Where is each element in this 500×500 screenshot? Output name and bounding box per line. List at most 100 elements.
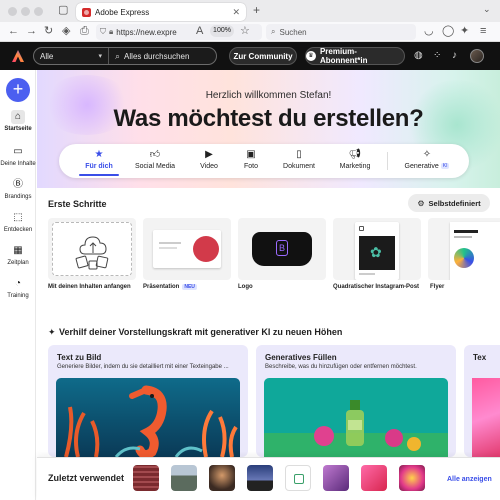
create-button[interactable]: + <box>6 78 30 102</box>
tile-logo[interactable]: B <box>238 218 326 280</box>
reload-icon[interactable]: ↻ <box>44 26 53 37</box>
seahorse-image <box>56 378 240 457</box>
brand-icon: Ⓑ <box>13 179 23 190</box>
tab-label: Dokument <box>283 163 315 170</box>
tab-list-chevron-icon[interactable]: ⌄ <box>483 5 491 14</box>
notification-bell-icon[interactable]: ♪ <box>452 51 457 61</box>
card-title: Text zu Bild <box>57 353 102 362</box>
custom-size-button[interactable]: ⚙ Selbstdefiniert <box>408 194 490 212</box>
card-title: Tex <box>473 353 487 362</box>
recent-thumb[interactable] <box>361 465 387 491</box>
tracking-shield-icon: ⛉ <box>100 27 106 36</box>
flyer-graphic <box>454 248 474 268</box>
address-bar[interactable]: ⛉ 🔒︎ https://new.expre <box>96 24 262 40</box>
recent-thumb[interactable] <box>285 465 311 491</box>
chat-icon[interactable]: ◍ <box>414 51 423 61</box>
seahorse-illustration <box>56 378 240 457</box>
account-icon[interactable]: ◯ <box>442 26 454 37</box>
apps-grid-icon[interactable]: ⁘ <box>433 51 441 61</box>
megaphone-icon: 📢︎ <box>348 149 362 160</box>
tab-foto[interactable]: ▣ Foto <box>225 149 277 170</box>
tab-label: Foto <box>243 163 258 170</box>
post-image: ✿ <box>359 236 395 270</box>
tile-label: Logo <box>238 284 253 290</box>
flyer-thumb <box>450 222 500 280</box>
recent-thumb[interactable] <box>323 465 349 491</box>
search-icon: ⌕ <box>271 27 276 36</box>
pocket-icon[interactable]: ◡ <box>424 26 434 37</box>
premium-label: Premium-Abonnent*in <box>319 47 368 65</box>
sidebar: + ⌂ Startseite ▭ Deine Inhalte Ⓑ Brandin… <box>0 70 36 500</box>
card-description: Beschreibe, was du hinzufügen oder entfe… <box>265 364 417 370</box>
tile-label: Flyer <box>430 284 445 290</box>
avatar[interactable] <box>470 49 484 63</box>
category-tabs: ★ Für dich 👍︎ Social Media ▶ Video ▣ Fot… <box>59 144 469 178</box>
recent-thumb[interactable] <box>247 465 273 491</box>
sidebar-item-training[interactable]: ◔ Training <box>0 277 36 299</box>
tab-overview-icon[interactable]: ▢ <box>58 5 68 16</box>
sidebar-item-label: Entdecken <box>3 227 33 233</box>
tile-flyer[interactable] <box>428 218 500 280</box>
forward-arrow-icon[interactable]: → <box>26 26 37 37</box>
extensions-icon[interactable]: ✦ <box>460 26 469 37</box>
browser-search-input[interactable]: ⌕ Suchen <box>266 24 416 40</box>
tab-fuer-dich[interactable]: ★ Für dich <box>73 149 125 170</box>
pie-chart-icon <box>193 236 219 262</box>
tile-presentation[interactable] <box>143 218 231 280</box>
upload-illustration-icon <box>75 236 109 270</box>
home-icon: ⌂ <box>11 110 25 124</box>
browser-nav-bar: ← → ↻ ◈ ⎙ ⛉ 🔒︎ https://new.expre A 100% … <box>0 22 500 42</box>
community-button[interactable]: Zur Community <box>229 47 297 65</box>
tab-dokument[interactable]: ▯ Dokument <box>273 149 325 170</box>
card-generative-fill[interactable]: Generatives Füllen Beschreibe, was du hi… <box>256 345 456 457</box>
tab-marketing[interactable]: 📢︎ Marketing <box>329 149 381 170</box>
tab-close-icon[interactable]: ✕ <box>232 7 240 18</box>
window-close-dot[interactable] <box>8 7 17 16</box>
header-search-placeholder: Alles durchsuchen <box>124 51 190 61</box>
tile-start-with-content[interactable] <box>48 218 136 280</box>
sidebar-item-startseite[interactable]: ⌂ Startseite <box>0 110 36 132</box>
tab-social-media[interactable]: 👍︎ Social Media <box>129 149 181 170</box>
app-header: Alle ▾ ⌕ Alles durchsuchen Zur Community… <box>0 42 500 70</box>
tab-title: Adobe Express <box>95 7 150 17</box>
header-search[interactable]: Alle ▾ ⌕ Alles durchsuchen <box>33 47 217 65</box>
adobe-express-logo-icon[interactable] <box>11 49 25 63</box>
card-text-effects[interactable]: Tex <box>464 345 500 457</box>
recent-thumb[interactable] <box>209 465 235 491</box>
search-scope-select[interactable]: Alle ▾ <box>34 48 109 64</box>
print-icon[interactable]: ⎙ <box>80 26 89 37</box>
sidebar-item-deine-inhalte[interactable]: ▭ Deine Inhalte <box>0 145 36 167</box>
recent-thumb[interactable] <box>133 465 159 491</box>
greeting: Herzlich willkommen Stefan! <box>205 90 332 101</box>
show-all-link[interactable]: Alle anzeigen <box>447 476 492 483</box>
recent-thumb[interactable] <box>171 465 197 491</box>
premium-button[interactable]: ♛ Premium-Abonnent*in <box>305 47 405 65</box>
menu-icon[interactable]: ≡ <box>480 26 486 37</box>
calendar-icon: ▦ <box>13 245 23 256</box>
window-zoom-dot[interactable] <box>34 7 43 16</box>
shield-icon[interactable]: ◈ <box>62 26 70 37</box>
recent-title: Zuletzt verwendet <box>48 473 125 483</box>
sidebar-item-entdecken[interactable]: ⬚ Entdecken <box>0 211 36 233</box>
ai-section-title: Verhilf deiner Vorstellungskraft mit gen… <box>59 327 343 337</box>
window-minimize-dot[interactable] <box>21 7 30 16</box>
translate-icon[interactable]: A <box>196 26 203 37</box>
new-badge: NEU <box>182 284 197 290</box>
bookmark-star-icon[interactable]: ☆ <box>240 26 250 37</box>
tile-label: Quadratischer Instagram-Post <box>333 284 420 290</box>
sidebar-item-label: Brandings <box>4 194 32 200</box>
sidebar-item-brandings[interactable]: Ⓑ Brandings <box>0 178 36 200</box>
first-steps-title: Erste Schritte <box>48 199 107 209</box>
zoom-level[interactable]: 100% <box>210 25 234 37</box>
back-arrow-icon[interactable]: ← <box>8 26 19 37</box>
sidebar-item-zeitplan[interactable]: ▦ Zeitplan <box>0 244 36 266</box>
text-effect-image <box>472 378 500 457</box>
browser-search-placeholder: Suchen <box>279 27 307 37</box>
tab-generative-ki[interactable]: ✧ Generative KI <box>397 149 457 170</box>
recent-thumb[interactable] <box>399 465 425 491</box>
tile-instagram-post[interactable]: ✿ <box>333 218 421 280</box>
card-text-to-image[interactable]: Text zu Bild Generiere Bilder, indem du … <box>48 345 248 457</box>
browser-tab[interactable]: Adobe Express ✕ <box>76 3 246 21</box>
brand-b-icon: B <box>276 240 288 256</box>
new-tab-icon[interactable]: + <box>253 4 260 16</box>
